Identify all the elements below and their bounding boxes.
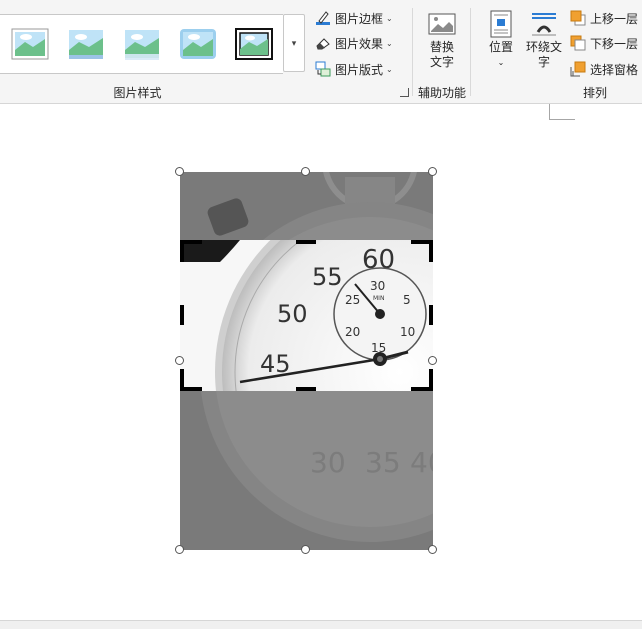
picture-border-label: 图片边框 — [335, 11, 384, 26]
pen-border-icon — [315, 10, 331, 26]
picture-style-thumb-2[interactable] — [67, 28, 105, 60]
send-backward-icon — [570, 35, 586, 51]
position-button[interactable]: 位置 ⌄ — [482, 10, 520, 70]
bring-forward-button[interactable]: 上移一层 — [570, 8, 638, 28]
picture-layout-label: 图片版式 — [335, 62, 384, 77]
picture-style-thumb-3[interactable] — [123, 28, 161, 60]
dial-number-55: 55 — [312, 263, 343, 291]
resize-handle-top-right[interactable] — [428, 167, 437, 176]
alt-text-button[interactable]: 替换 文字 — [422, 12, 462, 70]
picture-effects-label: 图片效果 — [335, 36, 384, 51]
dial-number-50: 50 — [277, 300, 308, 328]
send-backward-button[interactable]: 下移一层 — [570, 33, 638, 53]
resize-handle-left[interactable] — [175, 356, 184, 365]
picture-layout-icon — [315, 61, 331, 77]
sub-dial-25: 25 — [345, 293, 360, 307]
svg-text:40: 40 — [410, 446, 433, 479]
sub-dial-20: 20 — [345, 325, 360, 339]
picture-border-button[interactable]: 图片边框 ⌄ — [315, 8, 393, 28]
selection-pane-icon — [570, 61, 586, 77]
bring-forward-label: 上移一层 — [590, 11, 639, 26]
picture-effects-icon — [315, 35, 331, 51]
sub-dial-30: 30 — [370, 279, 385, 293]
arrange-group-label: 排列 — [582, 86, 607, 100]
svg-text:30: 30 — [310, 446, 346, 479]
svg-text:35: 35 — [365, 446, 401, 479]
accessibility-group-label: 辅助功能 — [417, 86, 466, 100]
alt-text-label-line1: 替换 — [429, 40, 454, 54]
position-label: 位置 — [488, 40, 513, 54]
wrap-text-icon — [530, 10, 558, 38]
picture-style-thumb-5[interactable] — [235, 28, 273, 60]
wrap-text-button[interactable]: 环绕文 字 — [523, 10, 565, 70]
position-icon — [489, 10, 513, 38]
wrap-text-label-line1: 环绕文 — [525, 40, 562, 54]
ribbon: ▾ 图片边框 ⌄ 图片效果 ⌄ 图片版式 ⌄ 图片样式 替换 文字 辅助功能 位… — [0, 0, 642, 104]
gallery-more-button[interactable]: ▾ — [283, 14, 305, 72]
dialog-launcher-icon[interactable] — [400, 88, 409, 97]
alt-text-label-line2: 文字 — [429, 55, 454, 69]
chevron-down-icon: ⌄ — [386, 38, 393, 48]
sub-dial-5: 5 — [403, 293, 411, 307]
picture-style-thumb-1[interactable] — [11, 28, 49, 60]
chevron-down-icon: ⌄ — [386, 13, 393, 23]
resize-handle-bottom[interactable] — [301, 545, 310, 554]
sub-dial-10: 10 — [400, 325, 415, 339]
page-corner-mark — [549, 104, 575, 120]
bring-forward-icon — [570, 10, 586, 26]
resize-handle-right[interactable] — [428, 356, 437, 365]
sub-dial-unit: MIN — [373, 295, 384, 302]
resize-handle-top[interactable] — [301, 167, 310, 176]
resize-handle-bottom-right[interactable] — [428, 545, 437, 554]
picture-styles-group-label: 图片样式 — [113, 86, 162, 100]
chevron-down-icon: ⌄ — [497, 58, 505, 67]
group-divider — [470, 8, 471, 96]
picture-styles-gallery — [0, 14, 283, 74]
resize-handle-bottom-left[interactable] — [175, 545, 184, 554]
group-divider — [412, 8, 413, 96]
picture-effects-button[interactable]: 图片效果 ⌄ — [315, 33, 393, 53]
picture-layout-button[interactable]: 图片版式 ⌄ — [315, 59, 393, 79]
resize-handle-top-left[interactable] — [175, 167, 184, 176]
picture-style-thumb-4[interactable] — [179, 28, 217, 60]
alt-text-icon — [427, 12, 457, 38]
selection-pane-button[interactable]: 选择窗格 — [570, 59, 638, 79]
send-backward-label: 下移一层 — [590, 36, 639, 51]
selection-pane-label: 选择窗格 — [590, 62, 639, 77]
dropdown-arrow-icon: ▾ — [291, 37, 297, 48]
chevron-down-icon: ⌄ — [386, 64, 393, 74]
cropped-picture[interactable]: 30 35 40 45 50 55 60 30 25 5 20 10 15 MI… — [175, 167, 437, 554]
wrap-text-label-line2: 字 — [537, 55, 550, 69]
stopwatch-image: 30 35 40 45 50 55 60 30 25 5 20 10 15 MI… — [180, 172, 433, 550]
